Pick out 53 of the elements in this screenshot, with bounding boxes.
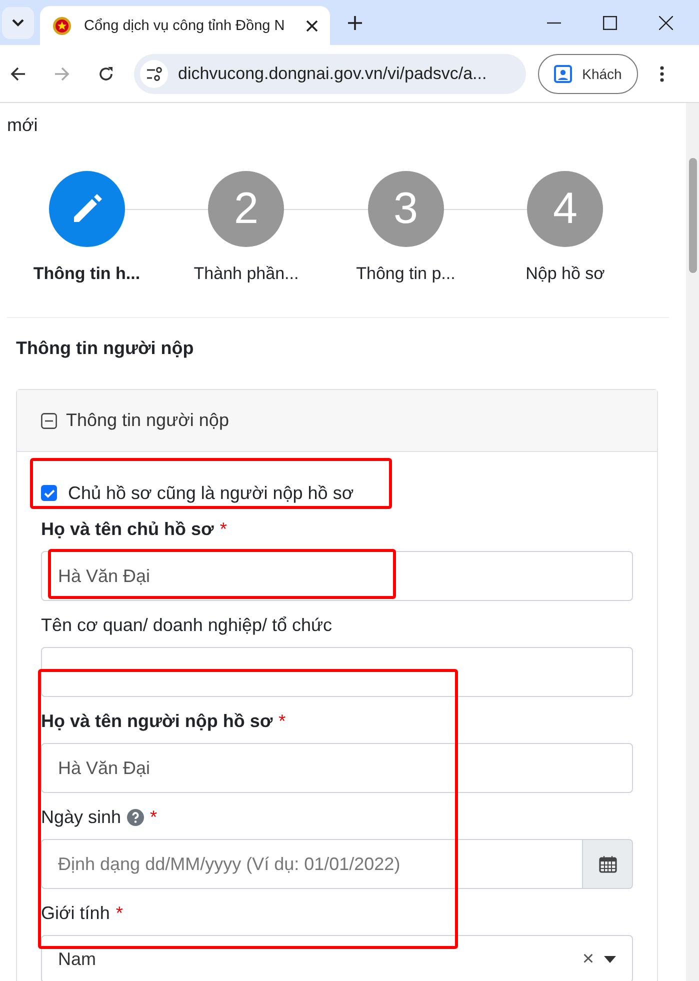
help-icon[interactable] bbox=[127, 808, 144, 826]
page-title: mới bbox=[6, 114, 39, 137]
caret-icon[interactable] bbox=[604, 956, 616, 962]
step-number: 2 bbox=[234, 184, 258, 234]
address-bar[interactable]: dichvucong.dongnai.gov.vn/vi/padsvc/a... bbox=[134, 54, 526, 94]
emblem-icon bbox=[52, 16, 72, 36]
text-field[interactable]: Hà Văn Đại bbox=[41, 551, 633, 601]
back-arrow-icon[interactable] bbox=[10, 66, 26, 82]
select-field[interactable]: Nam × bbox=[41, 935, 633, 981]
required-mark: * bbox=[278, 710, 286, 732]
calendar-icon bbox=[598, 855, 616, 873]
minimize-icon[interactable] bbox=[547, 22, 561, 24]
required-mark: * bbox=[150, 806, 158, 828]
profile-button[interactable]: Khách bbox=[538, 54, 638, 94]
calendar-button[interactable] bbox=[583, 839, 633, 889]
required-mark: * bbox=[220, 518, 227, 540]
maximize-icon[interactable] bbox=[603, 16, 617, 30]
more-menu-icon[interactable] bbox=[660, 66, 664, 82]
text-field[interactable] bbox=[41, 647, 633, 697]
reload-icon[interactable] bbox=[98, 66, 114, 82]
collapse-icon[interactable] bbox=[41, 412, 57, 428]
section-title: Thông tin người nộp bbox=[15, 337, 195, 360]
step-label: Nộp hồ sơ bbox=[526, 264, 605, 284]
field-label: Ngày sinh bbox=[41, 806, 122, 828]
field-label: Họ và tên chủ hồ sơ bbox=[41, 518, 214, 540]
new-tab-icon[interactable] bbox=[348, 16, 362, 30]
close-icon[interactable] bbox=[659, 16, 673, 30]
step-label: Thành phần... bbox=[194, 264, 299, 284]
close-icon[interactable] bbox=[306, 20, 318, 32]
field-label: Tên cơ quan/ doanh nghiệp/ tổ chức bbox=[41, 614, 332, 636]
field-label: Họ và tên người nộp hồ sơ bbox=[41, 710, 273, 732]
panel-title: Thông tin người nộp bbox=[66, 410, 229, 431]
step-label: Thông tin h... bbox=[33, 264, 140, 284]
site-settings-icon[interactable] bbox=[140, 60, 168, 88]
step-label: Thông tin p... bbox=[356, 264, 456, 284]
person-icon bbox=[554, 64, 572, 82]
field-label: Giới tính bbox=[41, 902, 110, 924]
date-field[interactable]: Định dạng dd/MM/yyyy (Ví dụ: 01/01/2022) bbox=[41, 839, 583, 889]
step-number: 4 bbox=[553, 184, 578, 234]
checkbox-label: Chủ hồ sơ cũng là người nộp hồ sơ bbox=[68, 482, 354, 504]
step-number: 3 bbox=[394, 184, 418, 234]
required-mark: * bbox=[116, 902, 123, 924]
tab-search-button[interactable] bbox=[2, 6, 34, 38]
checkmark-icon bbox=[44, 488, 54, 498]
checkbox[interactable] bbox=[41, 485, 57, 501]
chevron-down-icon bbox=[12, 18, 24, 26]
browser-tab[interactable]: Cổng dịch vụ công tỉnh Đồng N bbox=[40, 6, 330, 45]
tab-title: Cổng dịch vụ công tỉnh Đồng N bbox=[84, 18, 286, 34]
clear-icon[interactable]: × bbox=[582, 948, 594, 970]
scrollbar-thumb[interactable] bbox=[689, 158, 697, 273]
panel-header[interactable]: Thông tin người nộp bbox=[17, 390, 657, 452]
text-field[interactable]: Hà Văn Đại bbox=[41, 743, 633, 793]
scrollbar[interactable] bbox=[686, 103, 699, 981]
